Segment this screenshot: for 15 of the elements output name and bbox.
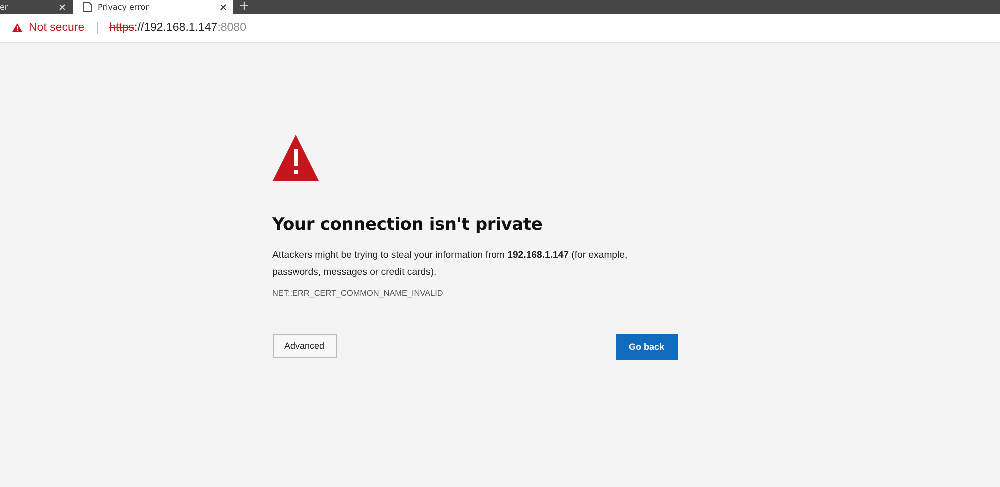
error-message: Attackers might be trying to steal your information from 192.168.1.147 (for example, passwords, messages or credit cards). [272,249,629,280]
warning-icon [272,135,318,181]
new-tab-button[interactable]: + [233,0,256,14]
advanced-button[interactable]: Advanced [272,334,337,358]
warning-icon [12,23,23,33]
close-icon [220,4,227,10]
close-icon [59,4,66,10]
error-code: NET::ERR_CERT_COMMON_NAME_INVALID [272,289,444,298]
page-icon [83,2,92,12]
browser-tab[interactable]: Privacy error [73,0,233,14]
url-text[interactable]: https://192.168.1.147:8080 [110,22,246,34]
go-back-button[interactable]: Go back [616,334,678,360]
browser-tab[interactable]: er [0,0,72,14]
security-status[interactable]: Not secure [29,22,85,34]
error-title: Your connection isn't private [272,215,544,235]
